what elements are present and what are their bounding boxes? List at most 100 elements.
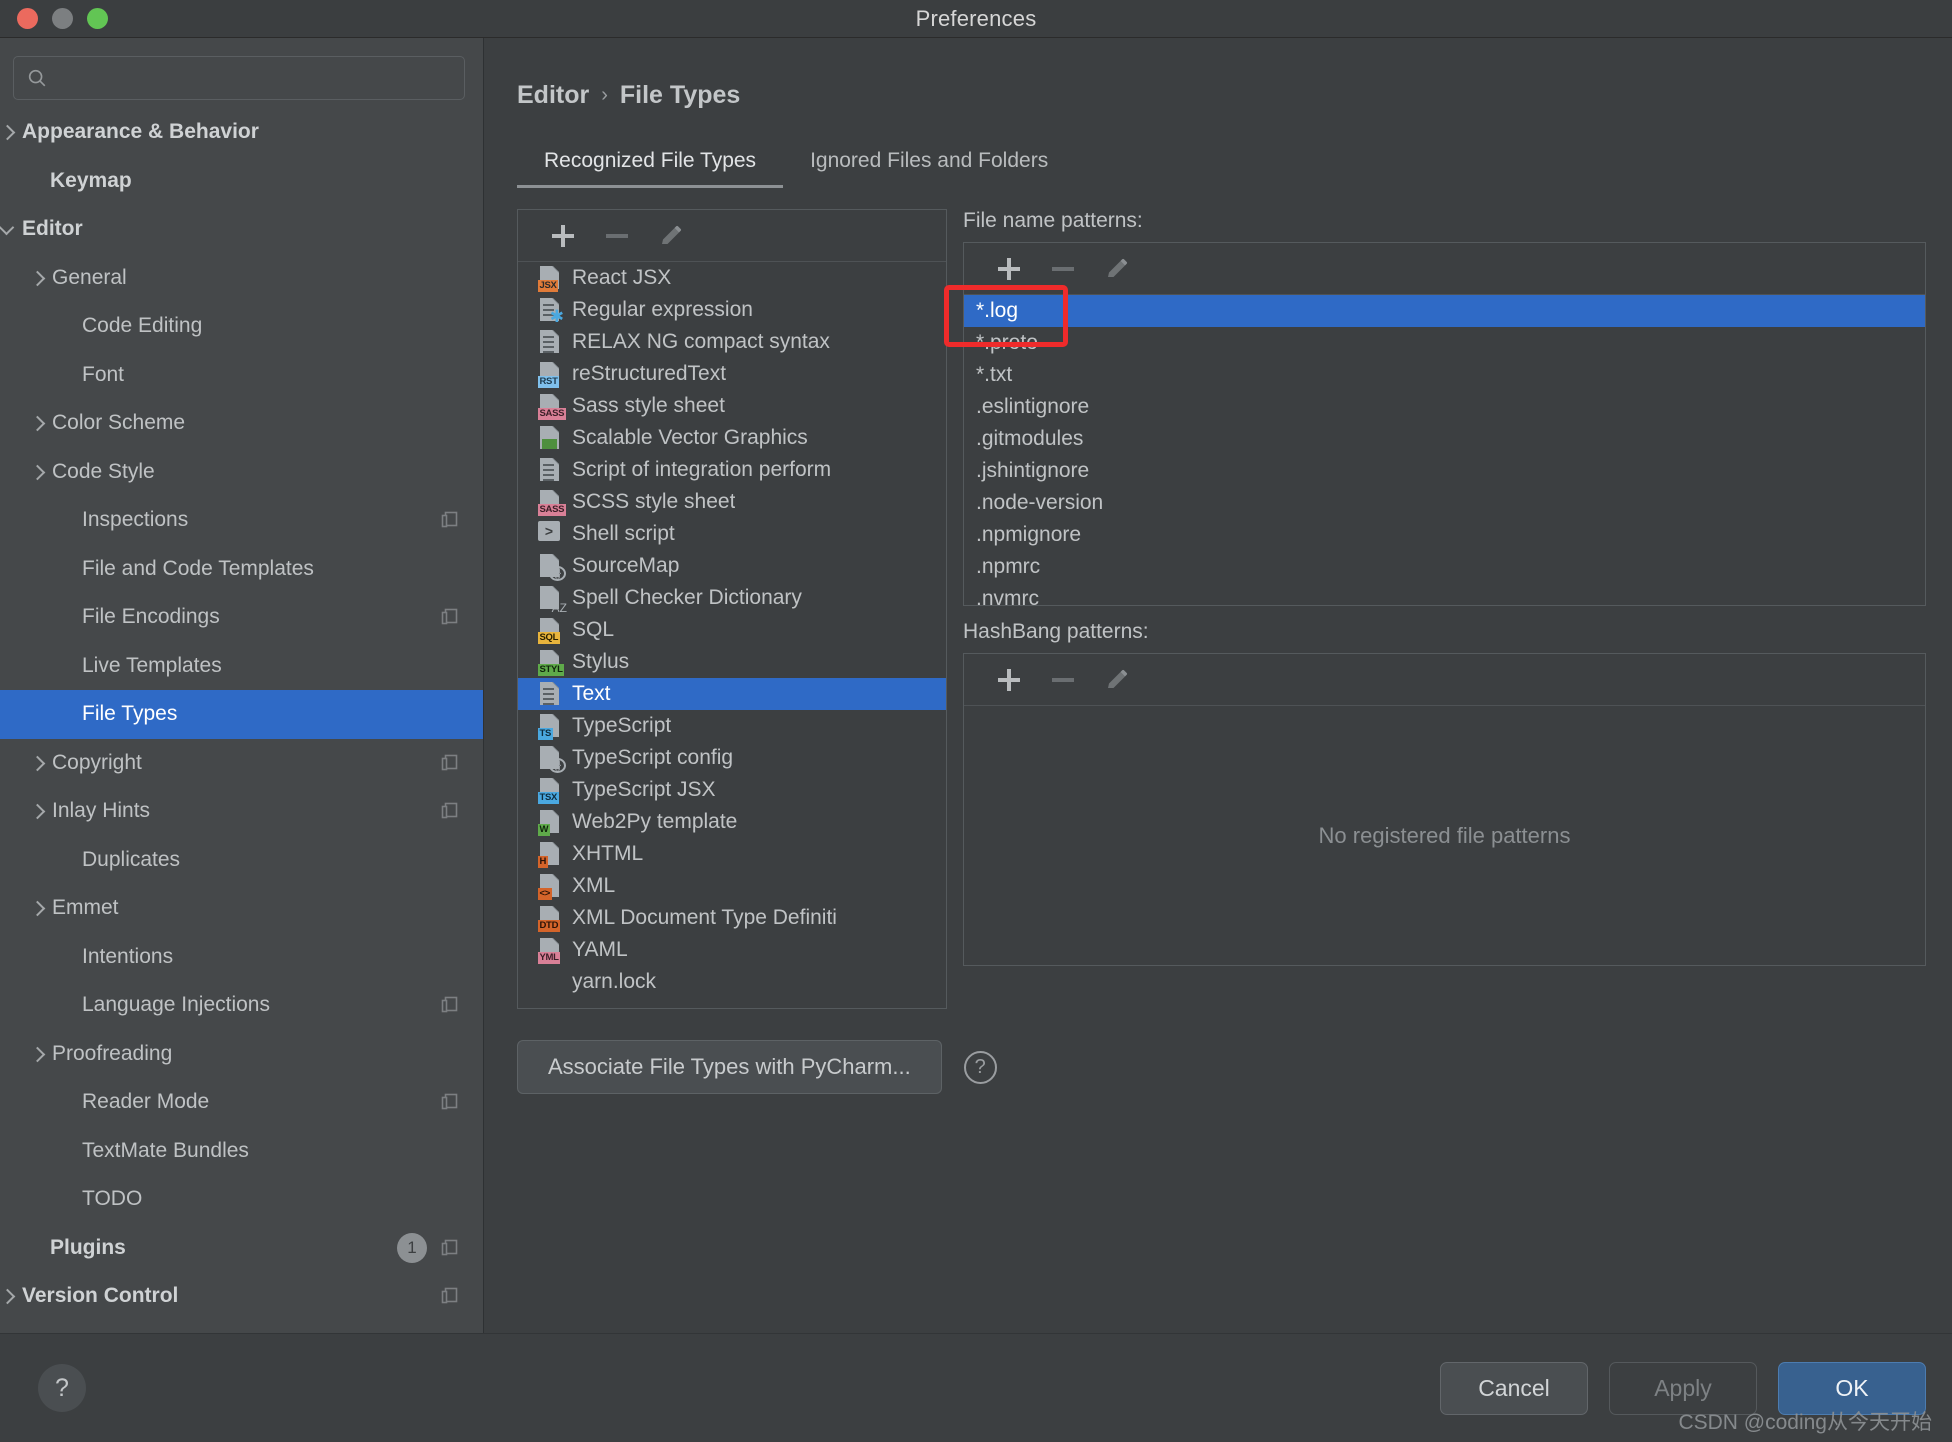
chevron-right-icon[interactable]: [0, 124, 16, 140]
pattern-row[interactable]: .eslintignore: [964, 391, 1925, 423]
pencil-icon: [1105, 668, 1129, 692]
file-type-row[interactable]: TSTypeScript: [518, 710, 946, 742]
edit-file-type-button[interactable]: [644, 216, 698, 256]
sidebar-item-live-templates[interactable]: Live Templates: [0, 642, 483, 691]
chevron-right-icon[interactable]: [30, 1046, 46, 1062]
sidebar-item-file-and-code-templates[interactable]: File and Code Templates: [0, 545, 483, 594]
copy-settings-icon[interactable]: [440, 1238, 460, 1258]
file-type-row[interactable]: JSXReact JSX: [518, 262, 946, 294]
sidebar-item-intentions[interactable]: Intentions: [0, 933, 483, 982]
copy-settings-icon[interactable]: [440, 607, 460, 627]
copy-settings-icon[interactable]: [440, 995, 460, 1015]
file-type-row[interactable]: TSXTypeScript JSX: [518, 774, 946, 806]
pattern-row[interactable]: .gitmodules: [964, 423, 1925, 455]
file-type-row[interactable]: STYLStylus: [518, 646, 946, 678]
search-box[interactable]: [13, 56, 465, 100]
remove-pattern-button[interactable]: [1036, 249, 1090, 289]
file-type-row[interactable]: RELAX NG compact syntax: [518, 326, 946, 358]
sidebar-item-code-editing[interactable]: Code Editing: [0, 302, 483, 351]
file-type-row[interactable]: Text: [518, 678, 946, 710]
pattern-row[interactable]: .jshintignore: [964, 455, 1925, 487]
file-type-row[interactable]: WWeb2Py template: [518, 806, 946, 838]
sidebar-item-plugins[interactable]: Plugins1: [0, 1224, 483, 1273]
cancel-button[interactable]: Cancel: [1440, 1362, 1588, 1415]
file-type-row[interactable]: ✱Regular expression: [518, 294, 946, 326]
sidebar-item-file-types[interactable]: File Types: [0, 690, 483, 739]
pattern-row[interactable]: *.log: [964, 295, 1925, 327]
help-icon[interactable]: ?: [964, 1051, 997, 1084]
sidebar-item-proofreading[interactable]: Proofreading: [0, 1030, 483, 1079]
file-type-row[interactable]: {}SourceMap: [518, 550, 946, 582]
search-input[interactable]: [48, 67, 452, 89]
chevron-right-icon[interactable]: [30, 803, 46, 819]
sidebar-item-inspections[interactable]: Inspections: [0, 496, 483, 545]
sidebar-item-language-injections[interactable]: Language Injections: [0, 981, 483, 1030]
sidebar-item-code-style[interactable]: Code Style: [0, 448, 483, 497]
copy-settings-icon[interactable]: [440, 801, 460, 821]
chevron-down-icon[interactable]: [0, 221, 16, 237]
sidebar-item-inlay-hints[interactable]: Inlay Hints: [0, 787, 483, 836]
sidebar-item-label: Duplicates: [82, 848, 180, 872]
help-button[interactable]: ?: [38, 1364, 86, 1412]
edit-pattern-button[interactable]: [1090, 249, 1144, 289]
file-type-row[interactable]: SASSSCSS style sheet: [518, 486, 946, 518]
file-type-row[interactable]: SQLSQL: [518, 614, 946, 646]
file-type-row[interactable]: Script of integration perform: [518, 454, 946, 486]
file-type-row[interactable]: YMLYAML: [518, 934, 946, 966]
file-type-row[interactable]: yarn.lock: [518, 966, 946, 998]
associate-file-types-button[interactable]: Associate File Types with PyCharm...: [517, 1040, 942, 1094]
pattern-row[interactable]: *.proto: [964, 327, 1925, 359]
patterns-list[interactable]: *.log*.proto*.txt.eslintignore.gitmodule…: [964, 295, 1925, 605]
chevron-right-icon[interactable]: [30, 900, 46, 916]
pattern-row[interactable]: .nvmrc: [964, 583, 1925, 605]
sidebar-item-reader-mode[interactable]: Reader Mode: [0, 1078, 483, 1127]
pattern-row[interactable]: .npmignore: [964, 519, 1925, 551]
remove-hashbang-button[interactable]: [1036, 660, 1090, 700]
chevron-right-icon[interactable]: [30, 415, 46, 431]
sidebar-item-color-scheme[interactable]: Color Scheme: [0, 399, 483, 448]
sidebar-item-duplicates[interactable]: Duplicates: [0, 836, 483, 885]
pattern-row[interactable]: .node-version: [964, 487, 1925, 519]
remove-file-type-button[interactable]: [590, 216, 644, 256]
sidebar-item-font[interactable]: Font: [0, 351, 483, 400]
copy-settings-icon[interactable]: [440, 1286, 460, 1306]
chevron-right-icon[interactable]: [30, 464, 46, 480]
copy-settings-icon[interactable]: [440, 1092, 460, 1112]
pattern-row[interactable]: .npmrc: [964, 551, 1925, 583]
sidebar-item-todo[interactable]: TODO: [0, 1175, 483, 1224]
file-type-row[interactable]: HXHTML: [518, 838, 946, 870]
file-type-row[interactable]: RSTreStructuredText: [518, 358, 946, 390]
file-type-label: Script of integration perform: [572, 458, 831, 482]
edit-hashbang-button[interactable]: [1090, 660, 1144, 700]
file-type-row[interactable]: <>XML: [518, 870, 946, 902]
settings-tree: Appearance & BehaviorKeymapEditorGeneral…: [0, 108, 483, 1369]
tab-ignored-files-and-folders[interactable]: Ignored Files and Folders: [783, 143, 1075, 188]
file-type-row[interactable]: DTDXML Document Type Definiti: [518, 902, 946, 934]
sidebar-item-appearance-behavior[interactable]: Appearance & Behavior: [0, 108, 483, 157]
sidebar-item-version-control[interactable]: Version Control: [0, 1272, 483, 1321]
breadcrumb-parent[interactable]: Editor: [517, 81, 589, 110]
sidebar-item-emmet[interactable]: Emmet: [0, 884, 483, 933]
file-type-row[interactable]: >Shell script: [518, 518, 946, 550]
file-type-row[interactable]: SASSSass style sheet: [518, 390, 946, 422]
tab-recognized-file-types[interactable]: Recognized File Types: [517, 143, 783, 188]
copy-settings-icon[interactable]: [440, 753, 460, 773]
sidebar-item-editor[interactable]: Editor: [0, 205, 483, 254]
file-type-row[interactable]: AZSpell Checker Dictionary: [518, 582, 946, 614]
sidebar-item-keymap[interactable]: Keymap: [0, 157, 483, 206]
sidebar-item-file-encodings[interactable]: File Encodings: [0, 593, 483, 642]
file-types-list[interactable]: JSXReact JSX✱Regular expressionRELAX NG …: [518, 262, 946, 1008]
pattern-row[interactable]: *.txt: [964, 359, 1925, 391]
copy-settings-icon[interactable]: [440, 510, 460, 530]
file-type-row[interactable]: Scalable Vector Graphics: [518, 422, 946, 454]
add-hashbang-button[interactable]: [982, 660, 1036, 700]
file-type-row[interactable]: {}TypeScript config: [518, 742, 946, 774]
sidebar-item-general[interactable]: General: [0, 254, 483, 303]
add-pattern-button[interactable]: [982, 249, 1036, 289]
chevron-right-icon[interactable]: [30, 270, 46, 286]
add-file-type-button[interactable]: [536, 216, 590, 256]
chevron-right-icon[interactable]: [30, 755, 46, 771]
sidebar-item-copyright[interactable]: Copyright: [0, 739, 483, 788]
sidebar-item-textmate-bundles[interactable]: TextMate Bundles: [0, 1127, 483, 1176]
chevron-right-icon[interactable]: [0, 1288, 16, 1304]
